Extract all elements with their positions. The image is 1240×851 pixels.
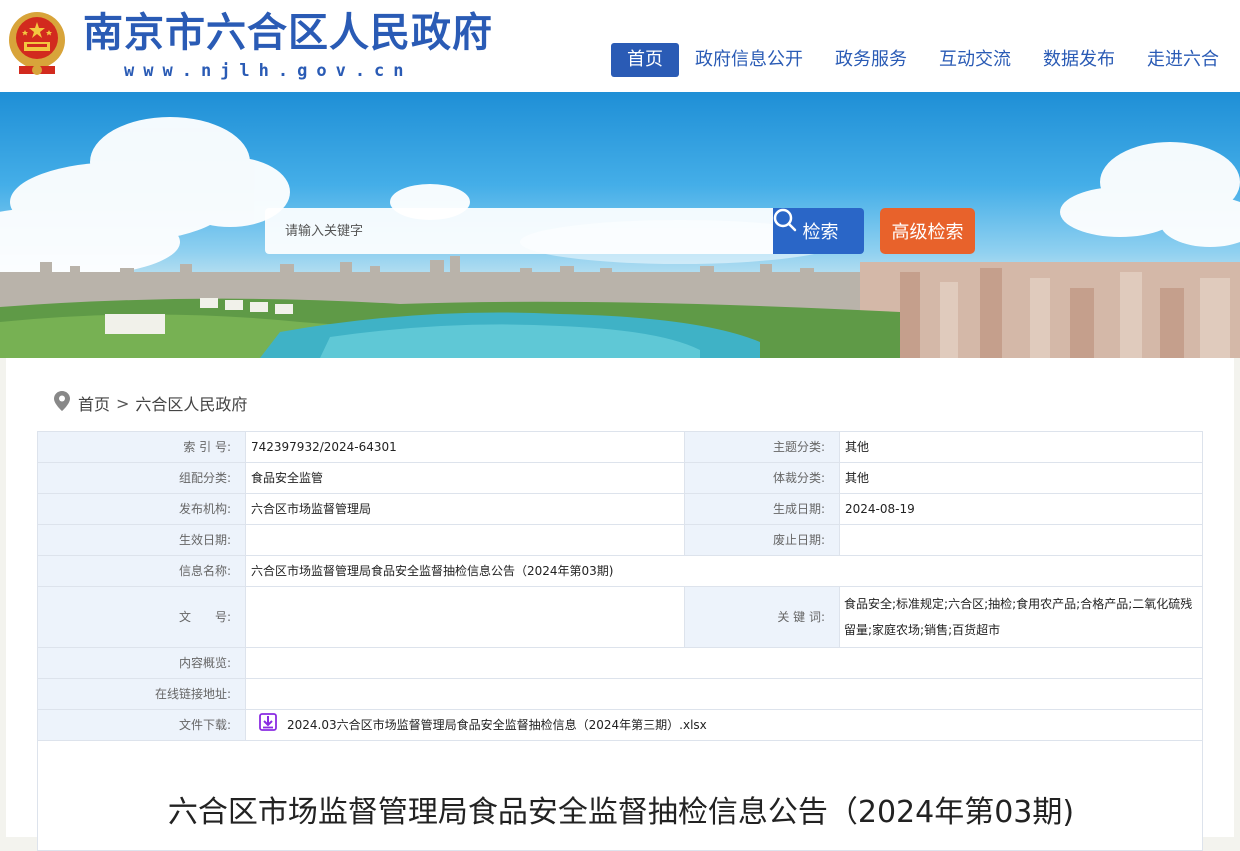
national-emblem-icon[interactable] — [5, 8, 69, 80]
keywords-value: 食品安全;标准规定;六合区;抽检;食用农产品;合格产品;二氧化硫残留量;家庭农场… — [839, 586, 1203, 648]
summary-key: 内容概览: — [37, 647, 246, 679]
table-row: 内容概览: — [37, 647, 1203, 679]
genre-key: 体裁分类: — [684, 462, 840, 494]
search-button-label: 检索 — [802, 222, 839, 243]
article-body: 六合区市场监督管理局食品安全监督抽检信息公告（2024年第03期) — [37, 741, 1203, 851]
index-value: 742397932/2024-64301 — [245, 431, 685, 463]
content-panel: 首页 > 六合区人民政府 索 引 号: 742397932/2024-64301… — [6, 358, 1234, 851]
org-class-key: 组配分类: — [37, 462, 246, 494]
nav-item-gov-info[interactable]: 政府信息公开 — [679, 43, 819, 77]
topic-key: 主题分类: — [684, 431, 840, 463]
table-row: 在线链接地址: — [37, 678, 1203, 710]
table-row: 文件下载: 2024.03六合区市场监督管理局食品安全监督抽检信息（2024年第… — [37, 709, 1203, 741]
breadcrumb-separator: > — [116, 393, 130, 413]
site-title[interactable]: 南京市六合区人民政府 — [83, 10, 493, 56]
article-title: 六合区市场监督管理局食品安全监督抽检信息公告（2024年第03期) — [167, 795, 1075, 830]
main-nav: 首页 政府信息公开 政务服务 互动交流 数据发布 走进六合 — [611, 43, 1235, 77]
file-download-link[interactable]: 2024.03六合区市场监督管理局食品安全监督抽检信息（2024年第三期）.xl… — [287, 715, 707, 735]
table-row: 文 号: 关 键 词: 食品安全;标准规定;六合区;抽检;食用农产品;合格产品;… — [37, 586, 1203, 648]
publisher-key: 发布机构: — [37, 493, 246, 525]
keywords-key: 关 键 词: — [684, 586, 840, 648]
document-metadata-table: 索 引 号: 742397932/2024-64301 主题分类: 其他 组配分… — [37, 431, 1203, 741]
site-domain: www.njlh.gov.cn — [124, 61, 413, 81]
created-date-key: 生成日期: — [684, 493, 840, 525]
org-class-value: 食品安全监管 — [245, 462, 685, 494]
doc-number-value — [245, 586, 685, 648]
genre-value: 其他 — [839, 462, 1203, 494]
file-download-cell: 2024.03六合区市场监督管理局食品安全监督抽检信息（2024年第三期）.xl… — [245, 709, 1203, 741]
doc-number-key: 文 号: — [37, 586, 246, 648]
table-row: 信息名称: 六合区市场监督管理局食品安全监督抽检信息公告（2024年第03期) — [37, 555, 1203, 587]
created-date-value: 2024-08-19 — [839, 493, 1203, 525]
location-pin-icon — [54, 391, 70, 415]
nav-item-interaction[interactable]: 互动交流 — [923, 43, 1027, 77]
table-row: 组配分类: 食品安全监管 体裁分类: 其他 — [37, 462, 1203, 494]
table-row: 生效日期: 废止日期: — [37, 524, 1203, 556]
site-header: 南京市六合区人民政府 www.njlh.gov.cn 首页 政府信息公开 政务服… — [0, 0, 1240, 92]
breadcrumb-home[interactable]: 首页 — [78, 391, 110, 415]
publisher-value: 六合区市场监督管理局 — [245, 493, 685, 525]
download-icon[interactable] — [259, 713, 277, 737]
abolished-date-key: 废止日期: — [684, 524, 840, 556]
summary-value — [245, 647, 1203, 679]
city-banner: 检索 高级检索 — [0, 92, 1240, 358]
table-row: 索 引 号: 742397932/2024-64301 主题分类: 其他 — [37, 431, 1203, 463]
nav-item-home[interactable]: 首页 — [611, 43, 679, 77]
nav-item-gov-service[interactable]: 政务服务 — [819, 43, 923, 77]
nav-item-about-luhe[interactable]: 走进六合 — [1131, 43, 1235, 77]
topic-value: 其他 — [839, 431, 1203, 463]
online-link-value[interactable] — [245, 678, 1203, 710]
search-input[interactable] — [265, 208, 773, 254]
table-row: 发布机构: 六合区市场监督管理局 生成日期: 2024-08-19 — [37, 493, 1203, 525]
breadcrumb-current[interactable]: 六合区人民政府 — [135, 391, 247, 415]
effective-date-key: 生效日期: — [37, 524, 246, 556]
abolished-date-value — [839, 524, 1203, 556]
nav-item-data-release[interactable]: 数据发布 — [1027, 43, 1131, 77]
effective-date-value — [245, 524, 685, 556]
search-button[interactable]: 检索 — [773, 208, 864, 254]
index-key: 索 引 号: — [37, 431, 246, 463]
breadcrumb: 首页 > 六合区人民政府 — [54, 391, 247, 415]
file-download-key: 文件下载: — [37, 709, 246, 741]
advanced-search-button[interactable]: 高级检索 — [880, 208, 975, 254]
info-name-value: 六合区市场监督管理局食品安全监督抽检信息公告（2024年第03期) — [245, 555, 1203, 587]
online-link-key: 在线链接地址: — [37, 678, 246, 710]
info-name-key: 信息名称: — [37, 555, 246, 587]
